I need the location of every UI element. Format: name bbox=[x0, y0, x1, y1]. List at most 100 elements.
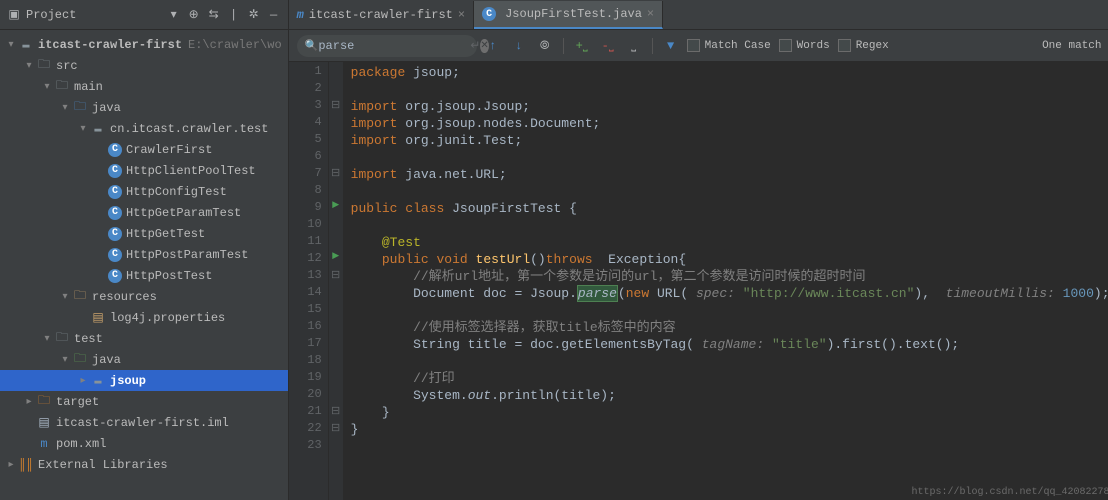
checkbox-icon[interactable] bbox=[779, 39, 792, 52]
tree-item-jsoup[interactable]: ▸▬jsoup bbox=[0, 370, 288, 391]
class-icon: C bbox=[108, 227, 122, 241]
code-line[interactable]: Document doc = Jsoup.parse(new URL( spec… bbox=[351, 285, 1108, 302]
chevron-icon[interactable]: ▾ bbox=[58, 291, 72, 303]
filter-icon[interactable]: ▼ bbox=[663, 38, 679, 54]
tree-root-label: itcast-crawler-first bbox=[38, 38, 182, 52]
tree-label: resources bbox=[92, 290, 157, 304]
select-all-occur-icon[interactable]: ⎵ bbox=[626, 38, 642, 54]
tree-label: HttpGetTest bbox=[126, 227, 205, 241]
tree-item-target[interactable]: ▸🗀target bbox=[0, 391, 288, 412]
prev-match-icon[interactable]: ↑ bbox=[485, 38, 501, 54]
settings-icon[interactable]: ✲ bbox=[246, 7, 262, 23]
close-icon[interactable]: × bbox=[458, 8, 465, 22]
line-gutter[interactable]: 1234567891011121314151617181920212223 bbox=[289, 62, 329, 500]
tab-jsoupfirsttest-java[interactable]: CJsoupFirstTest.java× bbox=[474, 1, 663, 29]
tab-label: itcast-crawler-first bbox=[309, 8, 453, 22]
code-line[interactable]: //打印 bbox=[351, 370, 1108, 387]
chevron-icon[interactable]: ▸ bbox=[76, 375, 90, 387]
search-input[interactable] bbox=[318, 39, 470, 53]
code-line[interactable]: @Test bbox=[351, 234, 1108, 251]
close-icon[interactable]: × bbox=[647, 7, 654, 21]
regex-option[interactable]: Regex bbox=[838, 39, 889, 52]
next-match-icon[interactable]: ↓ bbox=[511, 38, 527, 54]
words-option[interactable]: Words bbox=[779, 39, 830, 52]
tree-label: src bbox=[56, 59, 78, 73]
tree-label: test bbox=[74, 332, 103, 346]
package-icon: ▬ bbox=[90, 373, 106, 389]
code-line[interactable]: //解析url地址，第一个参数是访问的url，第二个参数是访问时候的超时时间 bbox=[351, 268, 1108, 285]
code-line[interactable]: } bbox=[351, 421, 1108, 438]
code-line[interactable] bbox=[351, 217, 1108, 234]
tree-item-log4j-properties[interactable]: ▤log4j.properties bbox=[0, 307, 288, 328]
tree-item-itcast-crawler-first-iml[interactable]: ▤itcast-crawler-first.iml bbox=[0, 412, 288, 433]
code-line[interactable]: public void testUrl()throws Exception{ bbox=[351, 251, 1108, 268]
tree-item-crawlerfirst[interactable]: CCrawlerFirst bbox=[0, 139, 288, 160]
tree-item-java[interactable]: ▾🗀java bbox=[0, 349, 288, 370]
tree-item-httpgetparamtest[interactable]: CHttpGetParamTest bbox=[0, 202, 288, 223]
remove-selection-icon[interactable]: -⎵ bbox=[600, 38, 616, 54]
tree-label: HttpPostTest bbox=[126, 269, 212, 283]
code-line[interactable] bbox=[351, 149, 1108, 166]
tree-item-resources[interactable]: ▾🗀resources bbox=[0, 286, 288, 307]
tree-item-httpclientpooltest[interactable]: CHttpClientPoolTest bbox=[0, 160, 288, 181]
enter-icon[interactable]: ↵ bbox=[470, 38, 480, 54]
code-line[interactable]: import org.jsoup.Jsoup; bbox=[351, 98, 1108, 115]
project-tree[interactable]: ▾ ▬ itcast-crawler-first E:\crawler\wo ▾… bbox=[0, 30, 288, 500]
tree-item-httppostparamtest[interactable]: CHttpPostParamTest bbox=[0, 244, 288, 265]
code-line[interactable] bbox=[351, 438, 1108, 455]
code-line[interactable] bbox=[351, 302, 1108, 319]
tree-item-cn-itcast-crawler-test[interactable]: ▾▬cn.itcast.crawler.test bbox=[0, 118, 288, 139]
code-line[interactable]: String title = doc.getElementsByTag( tag… bbox=[351, 336, 1108, 353]
gutter-marks[interactable]: ⊟⊟▶▶⊟⊟⊟ bbox=[329, 62, 343, 500]
folder-icon: 🗀 bbox=[72, 352, 88, 368]
chevron-down-icon[interactable]: ▾ bbox=[4, 39, 18, 51]
chevron-icon[interactable]: ▾ bbox=[58, 354, 72, 366]
maven-icon: m bbox=[297, 8, 304, 22]
tree-label: HttpClientPoolTest bbox=[126, 164, 256, 178]
code-line[interactable]: import java.net.URL; bbox=[351, 166, 1108, 183]
tree-root[interactable]: ▾ ▬ itcast-crawler-first E:\crawler\wo bbox=[0, 34, 288, 55]
code-area[interactable]: package jsoup;import org.jsoup.Jsoup;imp… bbox=[343, 62, 1108, 500]
code-line[interactable]: import org.jsoup.nodes.Document; bbox=[351, 115, 1108, 132]
tree-item-httpconfigtest[interactable]: CHttpConfigTest bbox=[0, 181, 288, 202]
chevron-right-icon[interactable]: ▸ bbox=[4, 459, 18, 471]
tree-item-pom-xml[interactable]: mpom.xml bbox=[0, 433, 288, 454]
tree-item-httpposttest[interactable]: CHttpPostTest bbox=[0, 265, 288, 286]
hide-icon[interactable]: — bbox=[266, 7, 282, 23]
dropdown-icon[interactable]: ▾ bbox=[166, 7, 182, 23]
tree-item-httpgettest[interactable]: C HttpGetTest bbox=[0, 223, 288, 244]
tree-item-java[interactable]: ▾🗀java bbox=[0, 97, 288, 118]
tree-item-test[interactable]: ▾🗀 test bbox=[0, 328, 288, 349]
target-icon[interactable]: ⊕ bbox=[186, 7, 202, 23]
code-line[interactable]: package jsoup; bbox=[351, 64, 1108, 81]
chevron-icon[interactable]: ▾ bbox=[40, 333, 54, 345]
code-line[interactable]: System.out.println(title); bbox=[351, 387, 1108, 404]
code-line[interactable]: public class JsoupFirstTest { bbox=[351, 200, 1108, 217]
code-line[interactable] bbox=[351, 183, 1108, 200]
code-editor[interactable]: 1234567891011121314151617181920212223 ⊟⊟… bbox=[289, 62, 1108, 500]
folder-icon: 🗀 bbox=[54, 331, 70, 347]
add-selection-icon[interactable]: +⎵ bbox=[574, 38, 590, 54]
chevron-icon[interactable]: ▾ bbox=[22, 60, 36, 72]
code-line[interactable]: //使用标签选择器，获取title标签中的内容 bbox=[351, 319, 1108, 336]
select-all-icon[interactable]: ⦾ bbox=[537, 38, 553, 54]
chevron-icon[interactable]: ▸ bbox=[22, 396, 36, 408]
tab-itcast-crawler-first[interactable]: m itcast-crawler-first × bbox=[289, 1, 474, 29]
code-line[interactable] bbox=[351, 81, 1108, 98]
checkbox-icon[interactable] bbox=[687, 39, 700, 52]
external-libraries[interactable]: ▸ ║║ External Libraries bbox=[0, 454, 288, 475]
code-line[interactable]: import org.junit.Test; bbox=[351, 132, 1108, 149]
chevron-icon[interactable]: ▾ bbox=[58, 102, 72, 114]
chevron-icon[interactable]: ▾ bbox=[76, 123, 90, 135]
collapse-icon[interactable]: ⇆ bbox=[206, 7, 222, 23]
maven-icon: m bbox=[36, 436, 52, 452]
search-toolbar: ↑ ↓ ⦾ +⎵ -⎵ ⎵ ▼ bbox=[485, 38, 679, 54]
chevron-icon[interactable]: ▾ bbox=[40, 81, 54, 93]
code-line[interactable] bbox=[351, 353, 1108, 370]
checkbox-icon[interactable] bbox=[838, 39, 851, 52]
match-case-option[interactable]: Match Case bbox=[687, 39, 771, 52]
tree-item-src[interactable]: ▾🗀src bbox=[0, 55, 288, 76]
code-line[interactable]: } bbox=[351, 404, 1108, 421]
tree-label: HttpConfigTest bbox=[126, 185, 227, 199]
tree-item-main[interactable]: ▾🗀main bbox=[0, 76, 288, 97]
